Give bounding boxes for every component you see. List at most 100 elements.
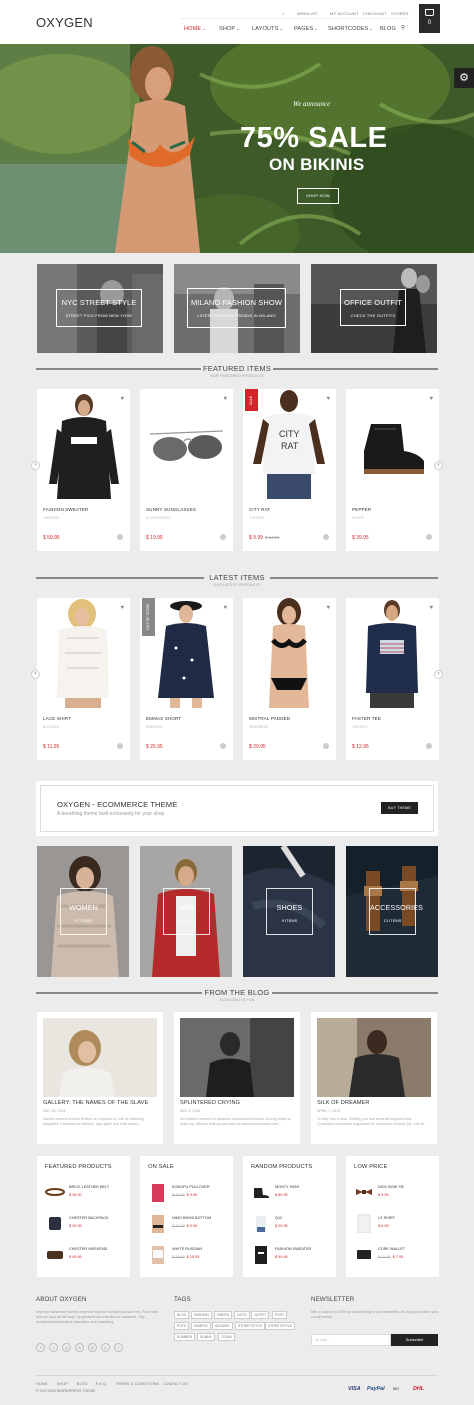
product-name[interactable]: FASTER TEE (352, 716, 381, 721)
wishlist-heart-icon[interactable]: ♥ (429, 396, 433, 402)
add-to-cart-icon[interactable] (220, 534, 226, 540)
wishlist-heart-icon[interactable]: ♥ (326, 605, 330, 611)
add-to-cart-icon[interactable] (426, 534, 432, 540)
nav-home[interactable]: HOME⌄ (184, 26, 206, 32)
wishlist-heart-icon[interactable]: ♥ (429, 605, 433, 611)
facebook-icon[interactable]: f (36, 1343, 45, 1352)
tag-link[interactable]: FASHION (191, 1311, 212, 1319)
footer-link-home[interactable]: HOME (36, 1382, 48, 1386)
blog-post-card[interactable]: GALLERY: THE NAMES OF THE SLAVE MAY 18, … (37, 1012, 163, 1144)
tag-link[interactable]: OUTFIT (251, 1311, 270, 1319)
product-category[interactable]: T-SHIRTS (249, 516, 264, 520)
product-card[interactable]: ♥ PEPPER SHOES $ 39.95 (346, 389, 439, 551)
widget-product-name[interactable]: MONTY HIGH (275, 1185, 299, 1189)
search-icon[interactable]: ⚲ (401, 25, 405, 31)
product-category[interactable]: JUMPERS (43, 516, 59, 520)
product-category[interactable]: T-SHIRTS (352, 725, 367, 729)
wishlist-heart-icon[interactable]: ♥ (120, 396, 124, 402)
pinterest-icon[interactable]: p (101, 1343, 110, 1352)
home-icon[interactable]: ⌂ (282, 11, 285, 16)
widget-product-name[interactable]: NICK BOW TIE (378, 1185, 404, 1189)
tag-link[interactable]: STREETSTYLE (265, 1322, 296, 1330)
toplink-account[interactable]: MY ACCOUNT (330, 11, 359, 16)
tag-link[interactable]: STREETSTYLE (235, 1322, 266, 1330)
widget-product-name[interactable]: Q12 (275, 1216, 282, 1220)
product-name[interactable]: PEPPER (352, 507, 371, 512)
nav-layouts[interactable]: LAYOUTS⌄ (252, 26, 283, 32)
gear-icon[interactable]: ⚙ (454, 68, 474, 88)
product-category[interactable]: BLOUSES (43, 725, 59, 729)
tag-link[interactable]: POST (272, 1311, 288, 1319)
widget-product-item[interactable]: BRICE LEATHER BELT $ 39.00 (45, 1182, 125, 1202)
product-name[interactable]: SUNNY SUNGLASSES (146, 507, 196, 512)
tag-link[interactable]: BLOG (174, 1311, 190, 1319)
blog-post-title[interactable]: SILK OF DREAMER (317, 1100, 369, 1106)
tag-link[interactable]: GREEN (214, 1311, 233, 1319)
widget-product-name[interactable]: CHESTER WEEKEND (69, 1247, 107, 1251)
product-name[interactable]: EMMAS SHORT (146, 716, 181, 721)
widget-product-item[interactable]: KONGFU PULLOVER $ 19.95 $ 9.95 (148, 1182, 228, 1202)
widget-product-name[interactable]: FASHION SWEATER (275, 1247, 311, 1251)
widget-product-name[interactable]: NIMO BIKINI BOTTOM (172, 1216, 211, 1220)
widget-product-item[interactable]: FASHION SWEATER $ 59.95 (251, 1244, 331, 1264)
product-name[interactable]: MISTRAL PADDED (249, 716, 290, 721)
cart-button[interactable]: 0 (419, 4, 440, 33)
footer-link-blog[interactable]: BLOG (77, 1382, 88, 1386)
add-to-cart-icon[interactable] (426, 743, 432, 749)
tag-link[interactable]: POTD (174, 1322, 190, 1330)
tag-link[interactable]: OOTD (234, 1311, 250, 1319)
widget-product-item[interactable]: CHESTER BACKPACK $ 39.95 (45, 1213, 125, 1233)
toplink-checkout[interactable]: CHECKOUT (363, 11, 387, 16)
blog-post-title[interactable]: GALLERY: THE NAMES OF THE SLAVE (43, 1100, 148, 1106)
widget-product-name[interactable]: LS SHIRT (378, 1216, 395, 1220)
chevron-left-icon[interactable]: ‹ (31, 461, 40, 470)
widget-product-name[interactable]: BRICE LEATHER BELT (69, 1185, 109, 1189)
product-card[interactable]: ♥ SUNNY SUNGLASSES ACCESSORIES $ 19.95 (140, 389, 233, 551)
wishlist-heart-icon[interactable]: ♥ (120, 605, 124, 611)
product-card[interactable]: CITY RAT SALE ♥ CITY RAT T-SHIRTS $ 9.99 $ … (243, 389, 336, 551)
product-category[interactable]: DRESSES (146, 725, 162, 729)
widget-product-item[interactable]: LS SHIRT $ 6.95 (354, 1213, 434, 1233)
wishlist-heart-icon[interactable]: ♥ (326, 396, 330, 402)
widget-product-item[interactable]: NICK BOW TIE $ 5.95 (354, 1182, 434, 1202)
widget-product-name[interactable]: KONGFU PULLOVER (172, 1185, 210, 1189)
tag-link[interactable]: SAMPLE (191, 1322, 211, 1330)
google-plus-icon[interactable]: g (62, 1343, 71, 1352)
wishlist-heart-icon[interactable]: ♥ (223, 396, 227, 402)
add-to-cart-icon[interactable] (220, 743, 226, 749)
product-name[interactable]: FASHION SWEATER (43, 507, 88, 512)
tag-link[interactable]: TODAY (218, 1333, 236, 1341)
nav-shop[interactable]: SHOP⌄ (219, 26, 240, 32)
product-card[interactable]: ♥ LACE SHIRT BLOUSES $ 11.95 (37, 598, 130, 760)
widget-product-name[interactable]: CORE WALLET (378, 1247, 405, 1251)
widget-product-item[interactable]: WHITE RUSSIAN $ 29.95 $ 15.99 (148, 1244, 228, 1264)
add-to-cart-icon[interactable] (117, 534, 123, 540)
banner-milano[interactable]: MILANO FASHION SHOW LATEST FASHION TRENDS… (174, 264, 300, 353)
chevron-right-icon[interactable]: › (434, 670, 443, 679)
category-accessories[interactable]: ACCESSORIES 13 ITEMS (346, 846, 438, 977)
product-category[interactable]: ACCESSORIES (146, 516, 171, 520)
toplink-stores[interactable]: STORES (391, 11, 409, 16)
dribbble-icon[interactable]: ◎ (88, 1343, 97, 1352)
footer-link-contact[interactable]: CONTACT US (163, 1382, 188, 1386)
chevron-left-icon[interactable]: ‹ (31, 670, 40, 679)
chevron-right-icon[interactable]: › (434, 461, 443, 470)
widget-product-item[interactable]: NIMO BIKINI BOTTOM $ 15.00 $ 9.95 (148, 1213, 228, 1233)
product-category[interactable]: SWIMWEAR (249, 725, 268, 729)
blog-post-card[interactable]: SILK OF DREAMER APRIL 7, 2014 To they fo… (311, 1012, 437, 1144)
tag-link[interactable]: SUNNY (197, 1333, 215, 1341)
product-category[interactable]: SHOES (352, 516, 364, 520)
nav-pages[interactable]: PAGES⌄ (294, 26, 318, 32)
widget-product-item[interactable]: MONTY HIGH $ 89.95 (251, 1182, 331, 1202)
product-card[interactable]: OUT OF STOCK ♥ EMMAS SHORT DRESSES $ 25.… (140, 598, 233, 760)
blog-post-card[interactable]: SPLINTERED CRYING MAY 3, 2014 So insiste… (174, 1012, 300, 1144)
add-to-cart-icon[interactable] (117, 743, 123, 749)
wishlist-heart-icon[interactable]: ♥ (223, 605, 227, 611)
rss-icon[interactable]: r (114, 1343, 123, 1352)
buy-theme-button[interactable]: BUY THEME (381, 802, 418, 814)
category-men[interactable]: MEN 29 ITEMS (140, 846, 232, 977)
tag-link[interactable]: SEASIDE (212, 1322, 233, 1330)
tag-link[interactable]: SUMMER (174, 1333, 196, 1341)
subscribe-button[interactable]: Subscribe (391, 1334, 438, 1346)
hero-slider[interactable] (0, 44, 474, 253)
